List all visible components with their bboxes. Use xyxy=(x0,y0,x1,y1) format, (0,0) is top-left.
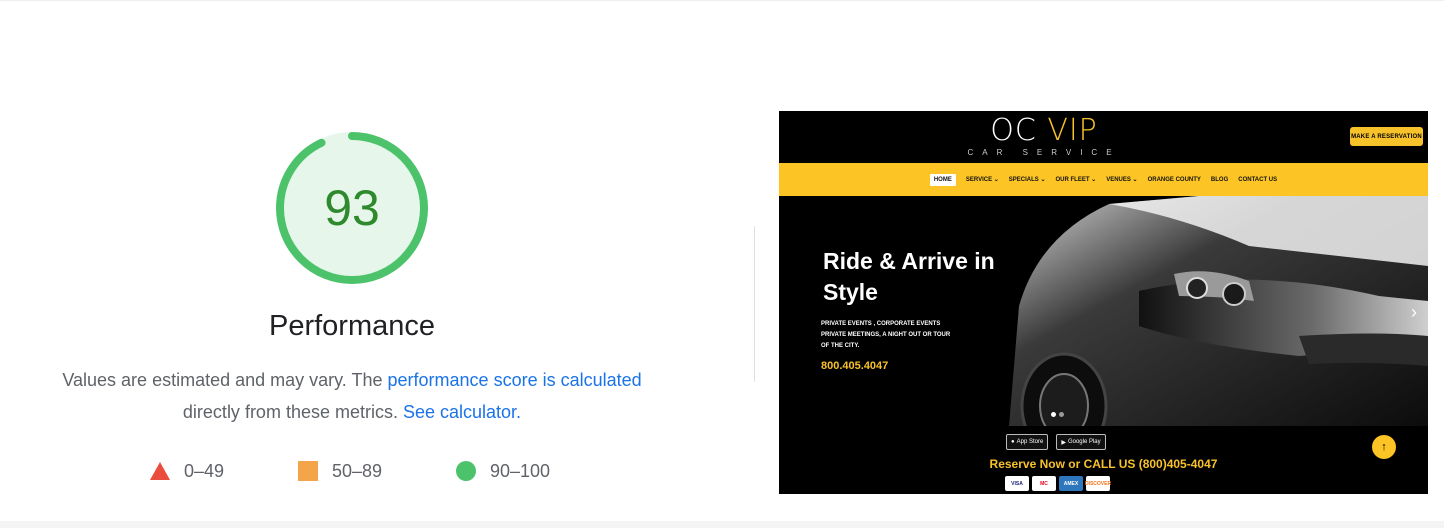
final-screenshot[interactable]: OC VIP CAR SERVICE MAKE A RESERVATION HO… xyxy=(779,111,1428,494)
performance-gauge: 93 xyxy=(272,128,432,288)
triangle-icon xyxy=(150,462,170,480)
car-image xyxy=(1009,196,1428,426)
site-nav: HOME SERVICE ⌄ SPECIALS ⌄ OUR FLEET ⌄ VE… xyxy=(779,163,1428,196)
chevron-right-icon: › xyxy=(1411,302,1417,322)
nav-contact-us: CONTACT US xyxy=(1238,176,1278,183)
google-play-label: Google Play xyxy=(1067,439,1101,445)
app-store-label: App Store xyxy=(1016,439,1044,445)
legend-item-average: 50–89 xyxy=(298,456,382,486)
legend-item-pass: 90–100 xyxy=(456,456,550,486)
hero-title: Ride & Arrive in Style xyxy=(823,248,995,305)
nav-venues: VENUES ⌄ xyxy=(1106,177,1138,183)
carousel-dot xyxy=(1059,412,1064,417)
square-icon xyxy=(298,461,318,481)
see-calculator-link[interactable]: See calculator. xyxy=(403,402,521,422)
site-footer-bar: ● App Store ▶ Google Play Reserve Now or C… xyxy=(779,426,1428,494)
nav-home: HOME xyxy=(929,173,956,186)
legend-item-fail: 0–49 xyxy=(150,456,224,486)
amex-card-icon: AMEX xyxy=(1059,476,1083,491)
play-icon: ▶ xyxy=(1061,439,1066,446)
legend-label: 0–49 xyxy=(184,460,225,481)
vertical-divider xyxy=(754,226,755,382)
score-legend: 0–49 50–89 90–100 xyxy=(0,456,700,486)
make-reservation-button: MAKE A RESERVATION xyxy=(1350,127,1423,146)
google-play-badge: ▶ Google Play xyxy=(1056,434,1106,450)
site-logo: OC VIP CAR SERVICE xyxy=(964,115,1124,161)
nav-orange-county: ORANGE COUNTY xyxy=(1147,176,1201,183)
scroll-top-icon: ↑ xyxy=(1372,435,1396,459)
carousel-dots xyxy=(1051,412,1064,417)
hero-description: PRIVATE EVENTS , CORPORATE EVENTS PRIVAT… xyxy=(821,319,991,352)
bottom-band xyxy=(0,521,1444,528)
score-calculated-link[interactable]: performance score is calculated xyxy=(388,370,642,390)
score-value: 93 xyxy=(324,180,380,236)
app-store-badge: ● App Store xyxy=(1006,434,1049,450)
mastercard-icon: MC xyxy=(1032,476,1056,491)
nav-service: SERVICE ⌄ xyxy=(965,177,999,183)
description-text-2: directly from these metrics. xyxy=(182,402,403,422)
hero-phone: 800.405.4047 xyxy=(821,360,889,372)
logo-oc: OC xyxy=(990,113,1037,148)
discover-card-icon: DISCOVER xyxy=(1085,476,1111,491)
description-text-1: Values are estimated and may vary. The xyxy=(62,370,388,390)
hero-desc-line: OF THE CITY. xyxy=(821,343,860,349)
hero-desc-line: PRIVATE MEETINGS, A NIGHT OUT OR TOUR xyxy=(821,332,951,338)
visa-card-icon: VISA xyxy=(1005,476,1029,491)
logo-subtitle: CAR SERVICE xyxy=(967,148,1121,157)
call-to-action: Reserve Now or CALL US (800)405-4047 xyxy=(989,457,1218,471)
site-header: OC VIP CAR SERVICE MAKE A RESERVATION xyxy=(779,111,1428,163)
payment-cards: VISA MC AMEX DISCOVER xyxy=(1005,476,1111,491)
nav-blog: BLOG xyxy=(1210,176,1229,183)
circle-icon xyxy=(456,461,476,481)
score-description: Values are estimated and may vary. The p… xyxy=(28,364,676,428)
category-title: Performance xyxy=(268,310,435,342)
apple-icon: ● xyxy=(1011,439,1015,445)
hero-desc-line: PRIVATE EVENTS , CORPORATE EVENTS xyxy=(821,321,941,327)
top-divider xyxy=(0,0,1444,1)
nav-our-fleet: OUR FLEET ⌄ xyxy=(1055,177,1097,183)
logo-vip: VIP xyxy=(1047,113,1098,148)
nav-specials: SPECIALS ⌄ xyxy=(1008,177,1046,183)
app-badges: ● App Store ▶ Google Play xyxy=(1006,434,1106,450)
hero-banner: Ride & Arrive in Style PRIVATE EVENTS , … xyxy=(779,196,1428,426)
carousel-dot xyxy=(1051,412,1056,417)
legend-label: 50–89 xyxy=(332,460,383,481)
legend-label: 90–100 xyxy=(490,460,551,481)
